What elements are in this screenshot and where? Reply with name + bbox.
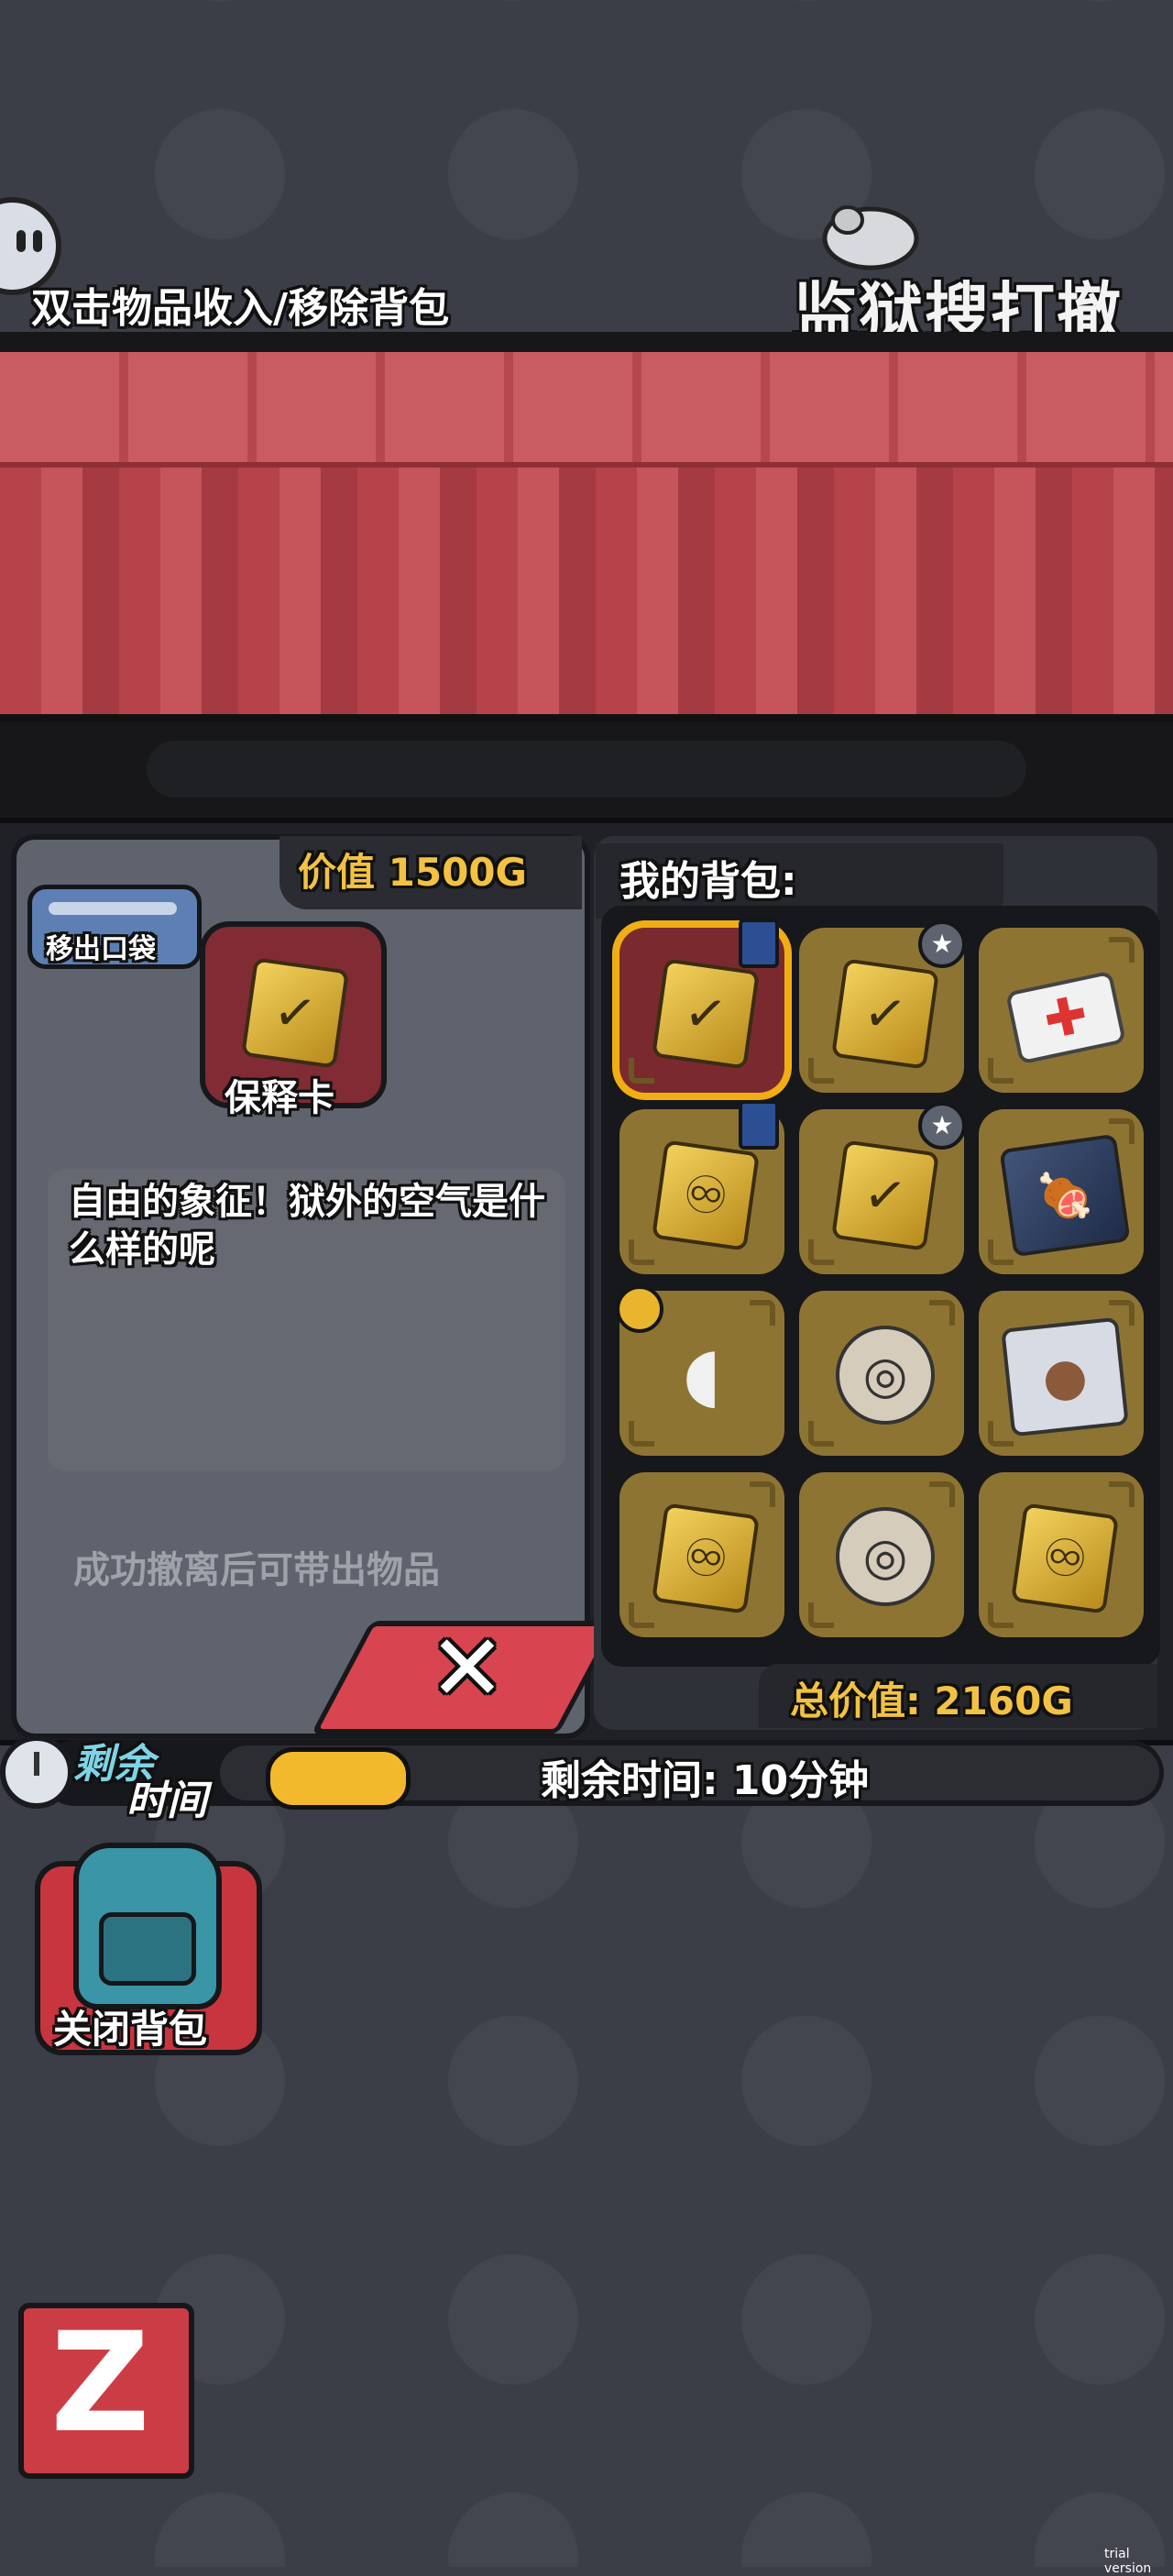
- item-name: 保释卡: [225, 1077, 334, 1119]
- capybara-pack-icon: ●: [1001, 1316, 1129, 1437]
- gold-ribbon-card-icon: ♾: [651, 1503, 761, 1614]
- bag-slot[interactable]: ✓ ★: [799, 920, 966, 1093]
- curtain-valance: [0, 352, 1173, 468]
- item-value: 价值 1500G: [298, 850, 527, 895]
- bag-slot[interactable]: ♾: [619, 1472, 784, 1637]
- film-reel-icon: ◎: [836, 1507, 935, 1606]
- trial-watermark: trial version: [1104, 2547, 1152, 2576]
- slot-corner: [929, 1300, 955, 1326]
- bag-slot[interactable]: ◎: [799, 1472, 964, 1637]
- bag-slot[interactable]: ♾: [979, 1472, 1144, 1637]
- bag-slot[interactable]: ♾: [619, 1100, 784, 1274]
- z-icon: Z: [50, 2304, 150, 2463]
- backpack-pocket: [99, 1912, 196, 1986]
- slot-corner: [808, 1421, 834, 1447]
- coin-icon: [616, 1285, 663, 1333]
- steak-package-icon: 🍖: [999, 1133, 1131, 1258]
- earbud-icon: ◖: [682, 1330, 722, 1416]
- stage-slot: [147, 741, 1026, 798]
- slot-corner: [808, 1239, 834, 1265]
- item-description: 自由的象征！狱外的空气是什么样的呢: [69, 1181, 545, 1271]
- bail-card-icon: ✓: [240, 957, 350, 1069]
- slot-corner: [988, 1602, 1014, 1628]
- gold-ribbon-card-icon: ♾: [651, 1139, 761, 1251]
- slot-corner: [1109, 937, 1135, 963]
- bail-card-icon: ✓: [830, 1139, 940, 1251]
- slot-corner: [808, 1058, 834, 1084]
- bag-slot[interactable]: ✚: [979, 928, 1144, 1093]
- slot-corner: [629, 1058, 654, 1084]
- carry-out-note: 成功撤离后可带出物品: [73, 1549, 440, 1591]
- total-value: 总价值: 2160G: [790, 1679, 1073, 1723]
- slot-corner: [629, 1602, 654, 1628]
- slot-corner: [750, 1481, 775, 1507]
- bag-slot[interactable]: ✓: [619, 919, 784, 1093]
- close-bag-label: 关闭背包: [53, 2007, 208, 2052]
- slot-corner: [988, 1058, 1014, 1084]
- bag-title: 我的背包:: [619, 858, 797, 905]
- backpack-icon: [73, 1843, 222, 2009]
- star-icon: ★: [918, 1102, 966, 1150]
- bag-slot[interactable]: ◖: [616, 1285, 784, 1456]
- slot-corner: [808, 1602, 834, 1628]
- bail-card-icon: ✓: [651, 958, 761, 1070]
- eye-right: [33, 230, 42, 252]
- bag-slot[interactable]: ✓ ★: [799, 1102, 966, 1274]
- close-x-icon: ✕: [429, 1614, 506, 1722]
- eye-left: [16, 230, 26, 252]
- slot-corner: [1109, 1481, 1135, 1507]
- pocket-bar: [49, 902, 177, 915]
- slot-corner: [988, 1421, 1014, 1447]
- hint-text: 双击物品收入/移除背包: [31, 285, 450, 332]
- bag-slot[interactable]: ◎: [799, 1291, 964, 1456]
- pants-icon: [739, 919, 779, 968]
- pants-icon: [739, 1100, 779, 1150]
- time-remaining-text: 剩余时间: 10分钟: [541, 1757, 870, 1804]
- gold-ribbon-card-icon: ♾: [1010, 1503, 1120, 1614]
- bag-slot[interactable]: 🍖: [979, 1109, 1144, 1274]
- bag-slot[interactable]: ●: [979, 1291, 1144, 1456]
- star-icon: ★: [918, 920, 966, 968]
- stopwatch-icon: [0, 1735, 73, 1809]
- time-label-bottom: 时间: [126, 1778, 207, 1824]
- medical-card-icon: ✚: [1004, 970, 1127, 1065]
- remove-from-pocket-label: 移出口袋: [46, 933, 156, 965]
- time-bar-fill: [266, 1747, 411, 1810]
- slot-corner: [988, 1239, 1014, 1265]
- slot-corner: [629, 1421, 654, 1447]
- film-reel-icon: ◎: [836, 1326, 935, 1425]
- slot-corner: [629, 1239, 654, 1265]
- slot-corner: [750, 1300, 775, 1326]
- clock-hand: [34, 1752, 39, 1776]
- bail-card-icon: ✓: [830, 958, 940, 1070]
- slot-corner: [929, 1481, 955, 1507]
